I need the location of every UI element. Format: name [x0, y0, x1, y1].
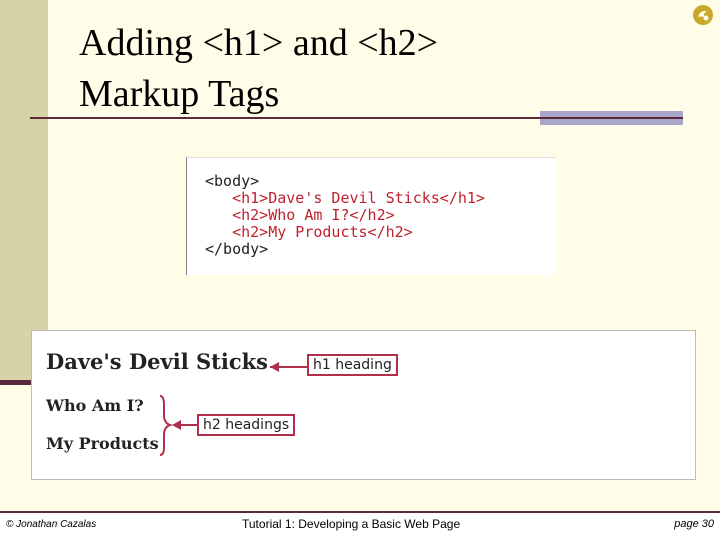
code-line: <h1>Dave's Devil Sticks</h1>	[205, 189, 485, 207]
code-example: <body> <h1>Dave's Devil Sticks</h1> <h2>…	[186, 157, 556, 275]
callout-h2-headings: h2 headings	[197, 414, 296, 436]
rendered-output: Dave's Devil Sticks Who Am I? My Product…	[31, 330, 696, 480]
callout-h1-heading: h1 heading	[307, 354, 398, 376]
rendered-h2-heading-1: Who Am I?	[46, 396, 144, 415]
code-line: </body>	[205, 240, 269, 258]
rendered-h1-heading: Dave's Devil Sticks	[46, 349, 268, 374]
footer-rule	[0, 511, 720, 513]
code-line: <h2>Who Am I?</h2>	[205, 206, 395, 224]
code-line: <h2>My Products</h2>	[205, 223, 413, 241]
left-decorative-bar	[0, 0, 48, 383]
code-line: <body>	[205, 172, 260, 190]
slide-title: Adding <h1> and <h2> Markup Tags	[79, 18, 679, 120]
rendered-h2-heading-2: My Products	[46, 434, 159, 453]
footer-title: Tutorial 1: Developing a Basic Web Page	[242, 517, 461, 531]
logo-icon	[693, 5, 713, 25]
slide-title-line-1: Adding <h1> and <h2>	[79, 22, 439, 64]
footer-page-number: page 30	[674, 518, 714, 530]
footer-copyright: © Jonathan Cazalas	[6, 519, 97, 530]
title-underline-accent	[540, 111, 683, 125]
